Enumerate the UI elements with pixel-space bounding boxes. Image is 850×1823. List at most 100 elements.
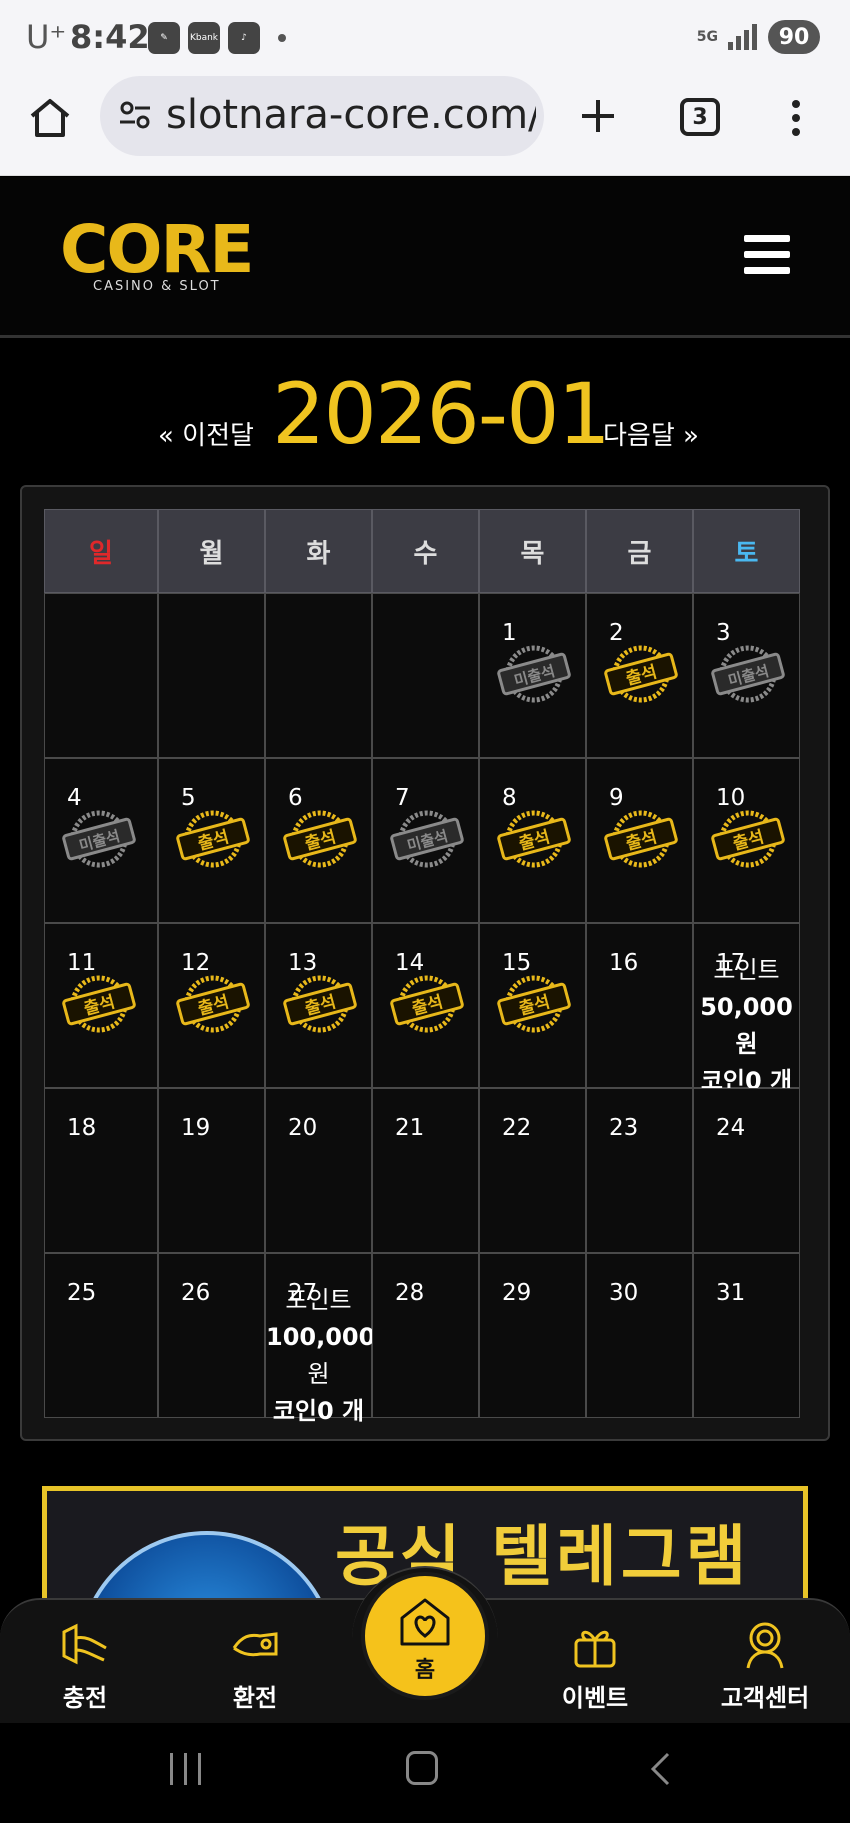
month-title: 2026-01 bbox=[272, 365, 611, 463]
site-settings-icon[interactable] bbox=[118, 98, 152, 132]
attended-stamp-icon: 출석 bbox=[601, 642, 681, 706]
reward-line: 포인트 bbox=[713, 956, 780, 984]
reward-line: 코인0 개 bbox=[272, 1397, 365, 1425]
gift-icon bbox=[574, 1630, 616, 1668]
next-month-link[interactable]: 다음달 » bbox=[603, 415, 699, 452]
nav-support-label: 고객센터 bbox=[720, 1684, 810, 1712]
calendar-day-31: 31 bbox=[693, 1253, 800, 1418]
calendar-day-10: 10 출석 bbox=[693, 758, 800, 923]
calendar-day-22: 22 bbox=[479, 1088, 586, 1253]
status-bar: U⁺ 8:42 ✎ Kbank ♪ 5G 90 bbox=[0, 0, 850, 76]
nav-home-label: 홈 bbox=[414, 1658, 436, 1683]
tiktok-icon: ♪ bbox=[228, 22, 260, 54]
calendar-day-3: 3 미출석 bbox=[693, 593, 800, 758]
menu-icon[interactable] bbox=[744, 235, 790, 275]
signal-icon bbox=[728, 24, 758, 50]
calendar-day-26: 26 bbox=[158, 1253, 265, 1418]
day-number: 19 bbox=[181, 1115, 211, 1141]
day-number: 21 bbox=[395, 1115, 425, 1141]
nav-withdraw-label: 환전 bbox=[232, 1684, 278, 1712]
url-text[interactable]: slotnara-core.com/ bbox=[166, 92, 536, 138]
day-number: 22 bbox=[502, 1115, 532, 1141]
withdraw-icon bbox=[232, 1632, 278, 1657]
site-header: CORE CASINO & SLOT bbox=[0, 177, 850, 338]
absent-stamp-icon: 미출석 bbox=[59, 807, 139, 871]
calendar-day-28: 28 bbox=[372, 1253, 479, 1418]
calendar-empty-cell bbox=[158, 593, 265, 758]
attended-stamp-icon: 출석 bbox=[387, 972, 467, 1036]
new-tab-icon[interactable] bbox=[576, 94, 620, 138]
calendar-week-row: 1 미출석 2 출석 3 미출석 bbox=[44, 593, 809, 758]
calendar-week-row: 25 26 27 포인트 100,000 원 코인0 개 28 29 30 31 bbox=[44, 1253, 809, 1425]
absent-stamp-icon: 미출석 bbox=[708, 642, 788, 706]
calendar-day-16: 16 bbox=[586, 923, 693, 1088]
tab-switcher-button[interactable]: 3 bbox=[680, 98, 720, 136]
calendar-week-row: 18 19 20 21 22 23 24 bbox=[44, 1088, 809, 1253]
calendar-day-5: 5 출석 bbox=[158, 758, 265, 923]
prev-month-link[interactable]: « 이전달 bbox=[158, 415, 254, 452]
day-number: 25 bbox=[67, 1280, 97, 1306]
attended-stamp-icon: 출석 bbox=[280, 807, 360, 871]
weekday-thursday: 목 bbox=[479, 509, 586, 593]
recent-apps-icon[interactable] bbox=[170, 1753, 204, 1785]
calendar-empty-cell bbox=[44, 593, 158, 758]
reward-line: 포인트 bbox=[285, 1286, 352, 1314]
nav-home[interactable]: 홈 bbox=[361, 1572, 489, 1700]
calendar-day-30: 30 bbox=[586, 1253, 693, 1418]
nav-event[interactable]: 이벤트 bbox=[535, 1618, 655, 1718]
day-number: 23 bbox=[609, 1115, 639, 1141]
calendar-day-14: 14 출석 bbox=[372, 923, 479, 1088]
core-logo[interactable]: CORE CASINO & SLOT bbox=[60, 211, 254, 295]
weekday-wednesday: 수 bbox=[372, 509, 479, 593]
support-icon bbox=[746, 1622, 784, 1669]
reward-line: 50,000 원 bbox=[700, 993, 793, 1058]
day-number: 31 bbox=[716, 1280, 746, 1306]
calendar-day-20: 20 bbox=[265, 1088, 372, 1253]
calendar-day-24: 24 bbox=[693, 1088, 800, 1253]
attended-stamp-icon: 출석 bbox=[494, 807, 574, 871]
back-icon[interactable] bbox=[648, 1751, 672, 1787]
more-menu-icon[interactable] bbox=[786, 96, 806, 140]
deposit-icon bbox=[62, 1623, 107, 1665]
weekday-sunday: 일 bbox=[44, 509, 158, 593]
browser-home-icon[interactable] bbox=[28, 96, 72, 140]
calendar-day-21: 21 bbox=[372, 1088, 479, 1253]
attended-stamp-icon: 출석 bbox=[173, 807, 253, 871]
day-number: 18 bbox=[67, 1115, 97, 1141]
absent-stamp-icon: 미출석 bbox=[494, 642, 574, 706]
day-number: 28 bbox=[395, 1280, 425, 1306]
system-home-icon[interactable] bbox=[406, 1751, 438, 1785]
nav-withdraw[interactable]: 환전 bbox=[195, 1618, 315, 1718]
reward-line: 100,000 bbox=[266, 1323, 376, 1351]
status-right: 5G 90 bbox=[697, 20, 820, 54]
attendance-calendar: 일 월 화 수 목 금 토 1 미출석 2 출석 3 미출석 4 미출석 5 출석 6 출석 7 미출석 8… bbox=[20, 485, 830, 1441]
system-nav-bar bbox=[0, 1723, 850, 1823]
calendar-day-23: 23 bbox=[586, 1088, 693, 1253]
browser-toolbar: slotnara-core.com/ 3 bbox=[0, 76, 850, 176]
nav-support[interactable]: 고객센터 bbox=[705, 1618, 825, 1718]
pen-icon: ✎ bbox=[148, 22, 180, 54]
calendar-week-row: 4 미출석 5 출석 6 출석 7 미출석 8 출석 9 출석 10 출석 bbox=[44, 758, 809, 923]
nav-deposit-label: 충전 bbox=[62, 1684, 108, 1712]
calendar-week-row: 11 출석 12 출석 13 출석 14 출석 15 출석 16 17 포인트 50,000 원 코인0 개 bbox=[44, 923, 809, 1095]
weekday-monday: 월 bbox=[158, 509, 265, 593]
logo-wordmark: CORE bbox=[60, 211, 254, 288]
calendar-day-2: 2 출석 bbox=[586, 593, 693, 758]
day-number: 30 bbox=[609, 1280, 639, 1306]
attended-stamp-icon: 출석 bbox=[173, 972, 253, 1036]
address-bar[interactable]: slotnara-core.com/ bbox=[100, 76, 544, 156]
status-time: 8:42 bbox=[70, 18, 150, 56]
home-heart-icon bbox=[400, 1598, 450, 1646]
nav-deposit[interactable]: 충전 bbox=[25, 1618, 145, 1718]
day-number: 29 bbox=[502, 1280, 532, 1306]
calendar-empty-cell bbox=[265, 593, 372, 758]
weekday-header: 일 월 화 수 목 금 토 bbox=[44, 509, 809, 593]
calendar-day-6: 6 출석 bbox=[265, 758, 372, 923]
calendar-day-27: 27 포인트 100,000 원 코인0 개 bbox=[265, 1253, 376, 1425]
month-navigation: « 이전달 2026-01 다음달 » bbox=[0, 355, 850, 463]
calendar-empty-cell bbox=[372, 593, 479, 758]
calendar-day-19: 19 bbox=[158, 1088, 265, 1253]
calendar-day-7: 7 미출석 bbox=[372, 758, 479, 923]
attended-stamp-icon: 출석 bbox=[494, 972, 574, 1036]
attended-stamp-icon: 출석 bbox=[280, 972, 360, 1036]
